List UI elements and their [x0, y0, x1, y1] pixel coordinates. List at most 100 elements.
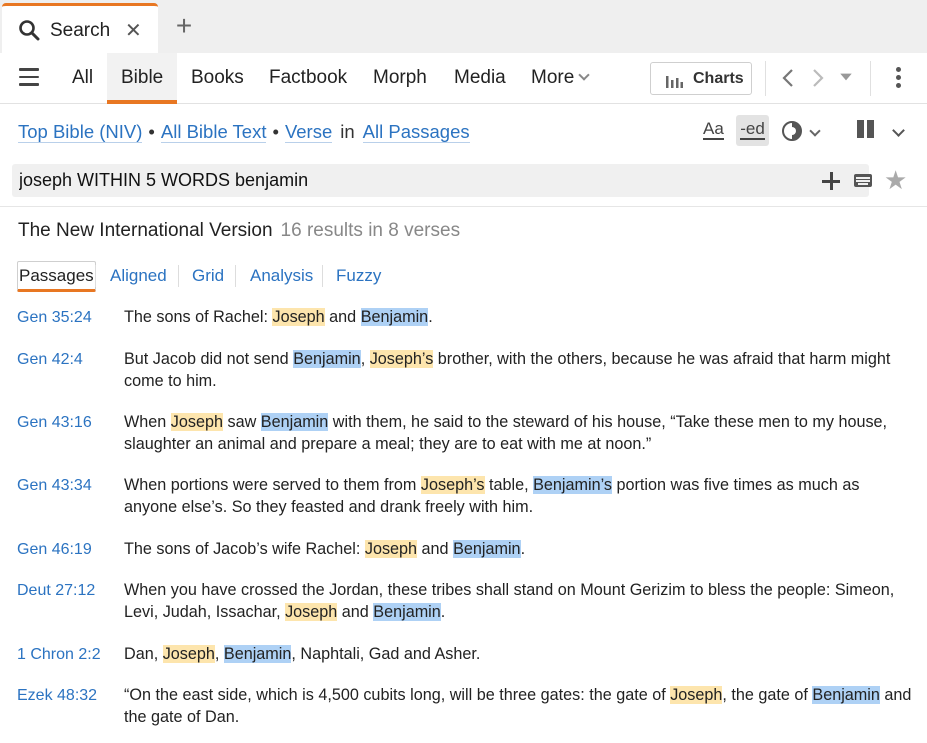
verse-text: “On the east side, which is 4,500 cubits… [124, 685, 916, 728]
nav-tab-media[interactable]: Media [440, 53, 520, 104]
chevron-down-icon[interactable] [892, 124, 905, 137]
verse-reference-link[interactable]: Gen 35:24 [17, 307, 92, 328]
view-tab-grid[interactable]: Grid [192, 261, 224, 291]
verse-text-segment: , [360, 350, 370, 368]
verse-text: Dan, Joseph, Benjamin, Naphtali, Gad and… [124, 644, 916, 666]
back-arrow-icon[interactable] [780, 68, 796, 88]
verse-text-segment: . [440, 602, 446, 621]
verse-reference-link[interactable]: Gen 46:19 [17, 539, 92, 560]
charts-button[interactable]: Charts [650, 62, 752, 95]
new-tab-icon[interactable]: + [170, 12, 198, 41]
verse-text-segment: The sons of Rachel: [124, 308, 273, 326]
history-dropdown-icon[interactable] [838, 72, 854, 82]
joseph-highlight: Joseph [364, 540, 418, 558]
star-icon[interactable]: ★ [884, 167, 907, 193]
verse-reference-link[interactable]: 1 Chron 2:2 [17, 644, 101, 665]
benjamin-highlight: Benjamin [223, 645, 292, 663]
joseph-highlight: Joseph [170, 413, 223, 431]
in-label: in [340, 121, 355, 142]
joseph-highlight: Joseph [272, 308, 325, 326]
range-selector[interactable]: All Bible Text [160, 121, 267, 143]
verse-text-segment: “On the east side, which is 4,500 cubits… [124, 686, 671, 704]
menu-icon[interactable] [19, 68, 39, 88]
verse-text-segment: and [324, 308, 361, 326]
verse-text-segment: , the gate of [722, 686, 813, 704]
charts-label: Charts [693, 70, 744, 87]
benjamin-highlight: Benjamin [293, 350, 361, 368]
verse-reference-link[interactable]: Gen 43:34 [17, 475, 92, 496]
chevron-down-icon[interactable] [809, 125, 821, 137]
search-type-nav: All Bible Books Factbook Morph Media Mor… [0, 53, 927, 104]
passages-selector[interactable]: All Passages [362, 121, 470, 143]
nav-tab-all[interactable]: All [58, 53, 107, 104]
keyboard-icon[interactable] [854, 174, 872, 187]
bible-selector[interactable]: Top Bible (NIV) [18, 121, 143, 143]
verse-text-segment: and [417, 540, 454, 558]
joseph-highlight: Joseph [670, 686, 723, 704]
verse-reference-link[interactable]: Gen 42:4 [17, 349, 83, 370]
verse-text-segment: saw [223, 413, 261, 431]
verse-text-segment: table, [484, 476, 534, 494]
verse-text-segment: and [337, 602, 374, 621]
view-tab-analysis[interactable]: Analysis [250, 261, 313, 291]
view-tab-passages[interactable]: Passages [17, 261, 96, 292]
bar-chart-icon [666, 76, 683, 88]
match-forms-label: -ed [740, 119, 765, 140]
divider [178, 265, 179, 287]
verse-text-segment: But Jacob did not send [124, 350, 294, 368]
verse-text: When Joseph saw Benjamin with them, he s… [124, 412, 916, 455]
more-label: More [531, 67, 575, 88]
nav-tab-morph[interactable]: Morph [359, 53, 441, 104]
divider [765, 61, 766, 96]
verse-text-segment: Dan, [124, 645, 163, 663]
unit-selector[interactable]: Verse [284, 121, 333, 143]
nav-tab-factbook[interactable]: Factbook [255, 53, 361, 104]
joseph-highlight: Joseph’s [369, 350, 434, 368]
columns-icon[interactable] [857, 120, 875, 138]
nav-tab-books[interactable]: Books [177, 53, 258, 104]
search-input[interactable] [12, 164, 792, 197]
verse-text: When you have crossed the Jordan, these … [124, 580, 916, 623]
benjamin-highlight: Benjamin [453, 540, 521, 558]
joseph-highlight: Joseph’s [420, 476, 485, 494]
search-box [12, 164, 872, 197]
verse-text: When portions were served to them from J… [124, 475, 916, 518]
verse-text-segment: When you have crossed the Jordan, these … [124, 581, 895, 621]
more-options-icon[interactable] [894, 67, 902, 91]
tab-search[interactable]: Search ✕ [2, 3, 158, 53]
chevron-down-icon [578, 69, 590, 81]
verse-text-segment: When [124, 413, 171, 431]
verse-reference-link[interactable]: Deut 27:12 [17, 580, 95, 601]
divider [0, 206, 927, 207]
nav-tab-bible[interactable]: Bible [107, 53, 178, 104]
verse-reference-link[interactable]: Gen 43:16 [17, 412, 92, 433]
version-title: The New International Version [18, 220, 273, 241]
search-panel: All Bible Books Factbook Morph Media Mor… [0, 53, 927, 743]
verse-text-segment: , [214, 645, 224, 663]
add-icon[interactable] [821, 171, 841, 191]
search-icon [19, 20, 40, 41]
nav-more-button[interactable]: More [517, 53, 602, 104]
verse-text-segment: When portions were served to them from [124, 476, 421, 494]
results-header: The New International Version 16 results … [18, 220, 460, 242]
benjamin-highlight: Benjamin [260, 413, 329, 431]
pie-chart-icon[interactable] [781, 120, 803, 142]
view-tab-aligned[interactable]: Aligned [110, 261, 167, 291]
close-icon[interactable]: ✕ [125, 18, 142, 43]
benjamin-highlight: Benjamin [360, 308, 429, 326]
benjamin-highlight: Benjamin [373, 602, 441, 621]
bullet: • [148, 121, 155, 142]
match-case-button[interactable]: Aa [703, 120, 724, 140]
view-tab-fuzzy[interactable]: Fuzzy [336, 261, 381, 291]
forward-arrow-icon[interactable] [810, 68, 826, 88]
divider [870, 61, 871, 96]
verse-reference-link[interactable]: Ezek 48:32 [17, 685, 97, 706]
verse-text: But Jacob did not send Benjamin, Joseph’… [124, 349, 916, 392]
bullet: • [272, 121, 279, 142]
search-scope: Top Bible (NIV) • All Bible Text • Verse in Al… [18, 121, 470, 143]
verse-text-segment: , Naphtali, Gad and Asher. [291, 645, 481, 663]
benjamin-highlight: Benjamin’s [533, 476, 613, 494]
benjamin-highlight: Benjamin [812, 686, 880, 704]
match-forms-button[interactable]: -ed [736, 115, 769, 146]
divider [95, 265, 96, 287]
